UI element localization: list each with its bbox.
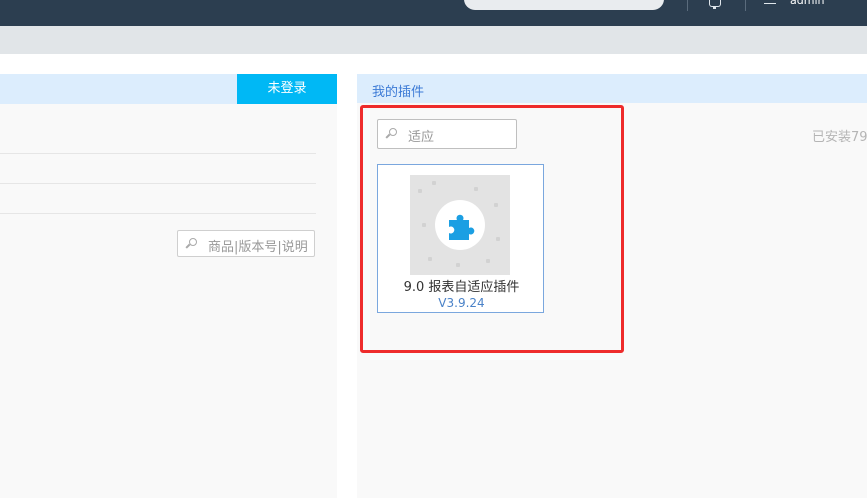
global-search-input[interactable] [464,0,664,10]
store-panel: 未登录 商品|版本号|说明 [0,74,337,498]
user-icon[interactable] [764,0,776,4]
bell-icon[interactable] [709,0,721,7]
row-divider [0,153,316,154]
my-plugins-title: 我的插件 [372,85,425,100]
row-divider [0,183,316,184]
navbar-divider [687,0,688,11]
highlight-annotation-box [360,105,624,353]
store-search-input[interactable]: 商品|版本号|说明 [177,230,315,257]
login-button[interactable]: 未登录 [237,74,337,104]
store-search-placeholder: 商品|版本号|说明 [208,240,308,255]
sub-toolbar [0,26,867,54]
navbar-divider [745,0,746,11]
my-plugins-header: 我的插件 [357,74,867,103]
user-name[interactable]: admin [790,0,824,7]
top-navbar: admin [0,0,867,26]
installed-count: 已安装79 [812,130,867,145]
content-gap [0,54,867,74]
store-panel-header: 未登录 [0,74,337,104]
row-divider [0,213,316,214]
bell-icon-clapper [713,7,716,9]
search-icon [185,238,197,249]
